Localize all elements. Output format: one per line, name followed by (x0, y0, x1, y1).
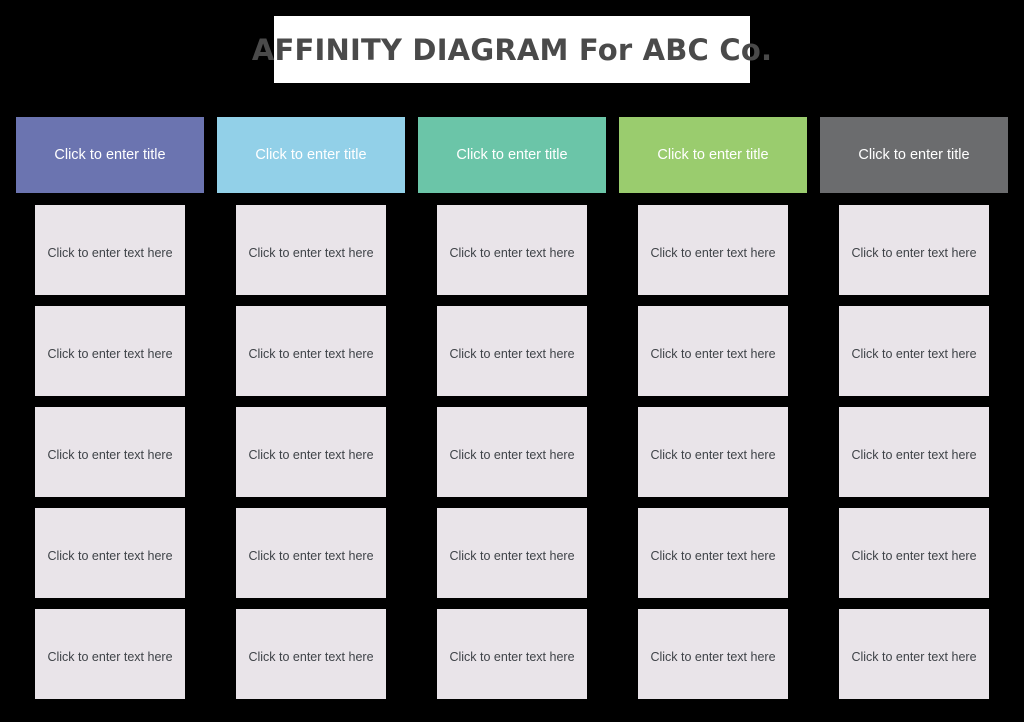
sticky-note-card[interactable]: Click to enter text here (437, 306, 587, 396)
column-card-list: Click to enter text here Click to enter t… (638, 205, 788, 710)
column-card-list: Click to enter text here Click to enter t… (35, 205, 185, 710)
column-card-list: Click to enter text here Click to enter t… (437, 205, 587, 710)
sticky-note-card[interactable]: Click to enter text here (437, 407, 587, 497)
sticky-note-card[interactable]: Click to enter text here (839, 609, 989, 699)
affinity-column: Click to enter title Click to enter text … (217, 117, 405, 699)
sticky-note-label: Click to enter text here (449, 246, 575, 260)
column-header-4[interactable]: Click to enter title (619, 117, 807, 193)
affinity-column: Click to enter title Click to enter text … (619, 117, 807, 699)
sticky-note-card[interactable]: Click to enter text here (839, 508, 989, 598)
sticky-note-label: Click to enter text here (47, 347, 173, 361)
sticky-note-label: Click to enter text here (650, 246, 776, 260)
sticky-note-label: Click to enter text here (248, 347, 374, 361)
sticky-note-card[interactable]: Click to enter text here (437, 609, 587, 699)
sticky-note-card[interactable]: Click to enter text here (236, 508, 386, 598)
sticky-note-label: Click to enter text here (650, 448, 776, 462)
sticky-note-card[interactable]: Click to enter text here (638, 205, 788, 295)
sticky-note-label: Click to enter text here (650, 549, 776, 563)
sticky-note-label: Click to enter text here (47, 448, 173, 462)
sticky-note-label: Click to enter text here (248, 549, 374, 563)
sticky-note-card[interactable]: Click to enter text here (35, 306, 185, 396)
sticky-note-card[interactable]: Click to enter text here (35, 205, 185, 295)
sticky-note-card[interactable]: Click to enter text here (35, 609, 185, 699)
sticky-note-card[interactable]: Click to enter text here (638, 609, 788, 699)
sticky-note-card[interactable]: Click to enter text here (236, 205, 386, 295)
sticky-note-label: Click to enter text here (449, 347, 575, 361)
sticky-note-label: Click to enter text here (248, 448, 374, 462)
sticky-note-label: Click to enter text here (449, 549, 575, 563)
column-header-label: Click to enter title (456, 147, 568, 163)
sticky-note-card[interactable]: Click to enter text here (638, 306, 788, 396)
sticky-note-label: Click to enter text here (449, 448, 575, 462)
sticky-note-label: Click to enter text here (449, 650, 575, 664)
column-header-label: Click to enter title (858, 147, 970, 163)
affinity-column: Click to enter title Click to enter text … (418, 117, 606, 699)
sticky-note-card[interactable]: Click to enter text here (839, 306, 989, 396)
sticky-note-label: Click to enter text here (650, 347, 776, 361)
sticky-note-label: Click to enter text here (47, 650, 173, 664)
column-card-list: Click to enter text here Click to enter t… (236, 205, 386, 710)
sticky-note-label: Click to enter text here (851, 246, 977, 260)
affinity-diagram-board: Click to enter title Click to enter text … (0, 0, 1024, 722)
sticky-note-card[interactable]: Click to enter text here (437, 508, 587, 598)
sticky-note-label: Click to enter text here (650, 650, 776, 664)
sticky-note-label: Click to enter text here (851, 347, 977, 361)
sticky-note-label: Click to enter text here (851, 650, 977, 664)
sticky-note-card[interactable]: Click to enter text here (236, 407, 386, 497)
column-header-label: Click to enter title (657, 147, 769, 163)
affinity-column: Click to enter title Click to enter text … (16, 117, 204, 699)
sticky-note-card[interactable]: Click to enter text here (437, 205, 587, 295)
column-header-1[interactable]: Click to enter title (16, 117, 204, 193)
sticky-note-card[interactable]: Click to enter text here (839, 205, 989, 295)
column-header-3[interactable]: Click to enter title (418, 117, 606, 193)
sticky-note-card[interactable]: Click to enter text here (638, 508, 788, 598)
sticky-note-card[interactable]: Click to enter text here (839, 407, 989, 497)
affinity-column: Click to enter title Click to enter text … (820, 117, 1008, 699)
sticky-note-label: Click to enter text here (248, 246, 374, 260)
sticky-note-card[interactable]: Click to enter text here (236, 609, 386, 699)
sticky-note-label: Click to enter text here (851, 549, 977, 563)
sticky-note-card[interactable]: Click to enter text here (35, 508, 185, 598)
sticky-note-label: Click to enter text here (47, 246, 173, 260)
column-card-list: Click to enter text here Click to enter t… (839, 205, 989, 710)
column-header-2[interactable]: Click to enter title (217, 117, 405, 193)
sticky-note-card[interactable]: Click to enter text here (638, 407, 788, 497)
column-header-label: Click to enter title (54, 147, 166, 163)
sticky-note-card[interactable]: Click to enter text here (236, 306, 386, 396)
column-header-label: Click to enter title (255, 147, 367, 163)
sticky-note-label: Click to enter text here (47, 549, 173, 563)
sticky-note-label: Click to enter text here (248, 650, 374, 664)
sticky-note-label: Click to enter text here (851, 448, 977, 462)
sticky-note-card[interactable]: Click to enter text here (35, 407, 185, 497)
column-header-5[interactable]: Click to enter title (820, 117, 1008, 193)
